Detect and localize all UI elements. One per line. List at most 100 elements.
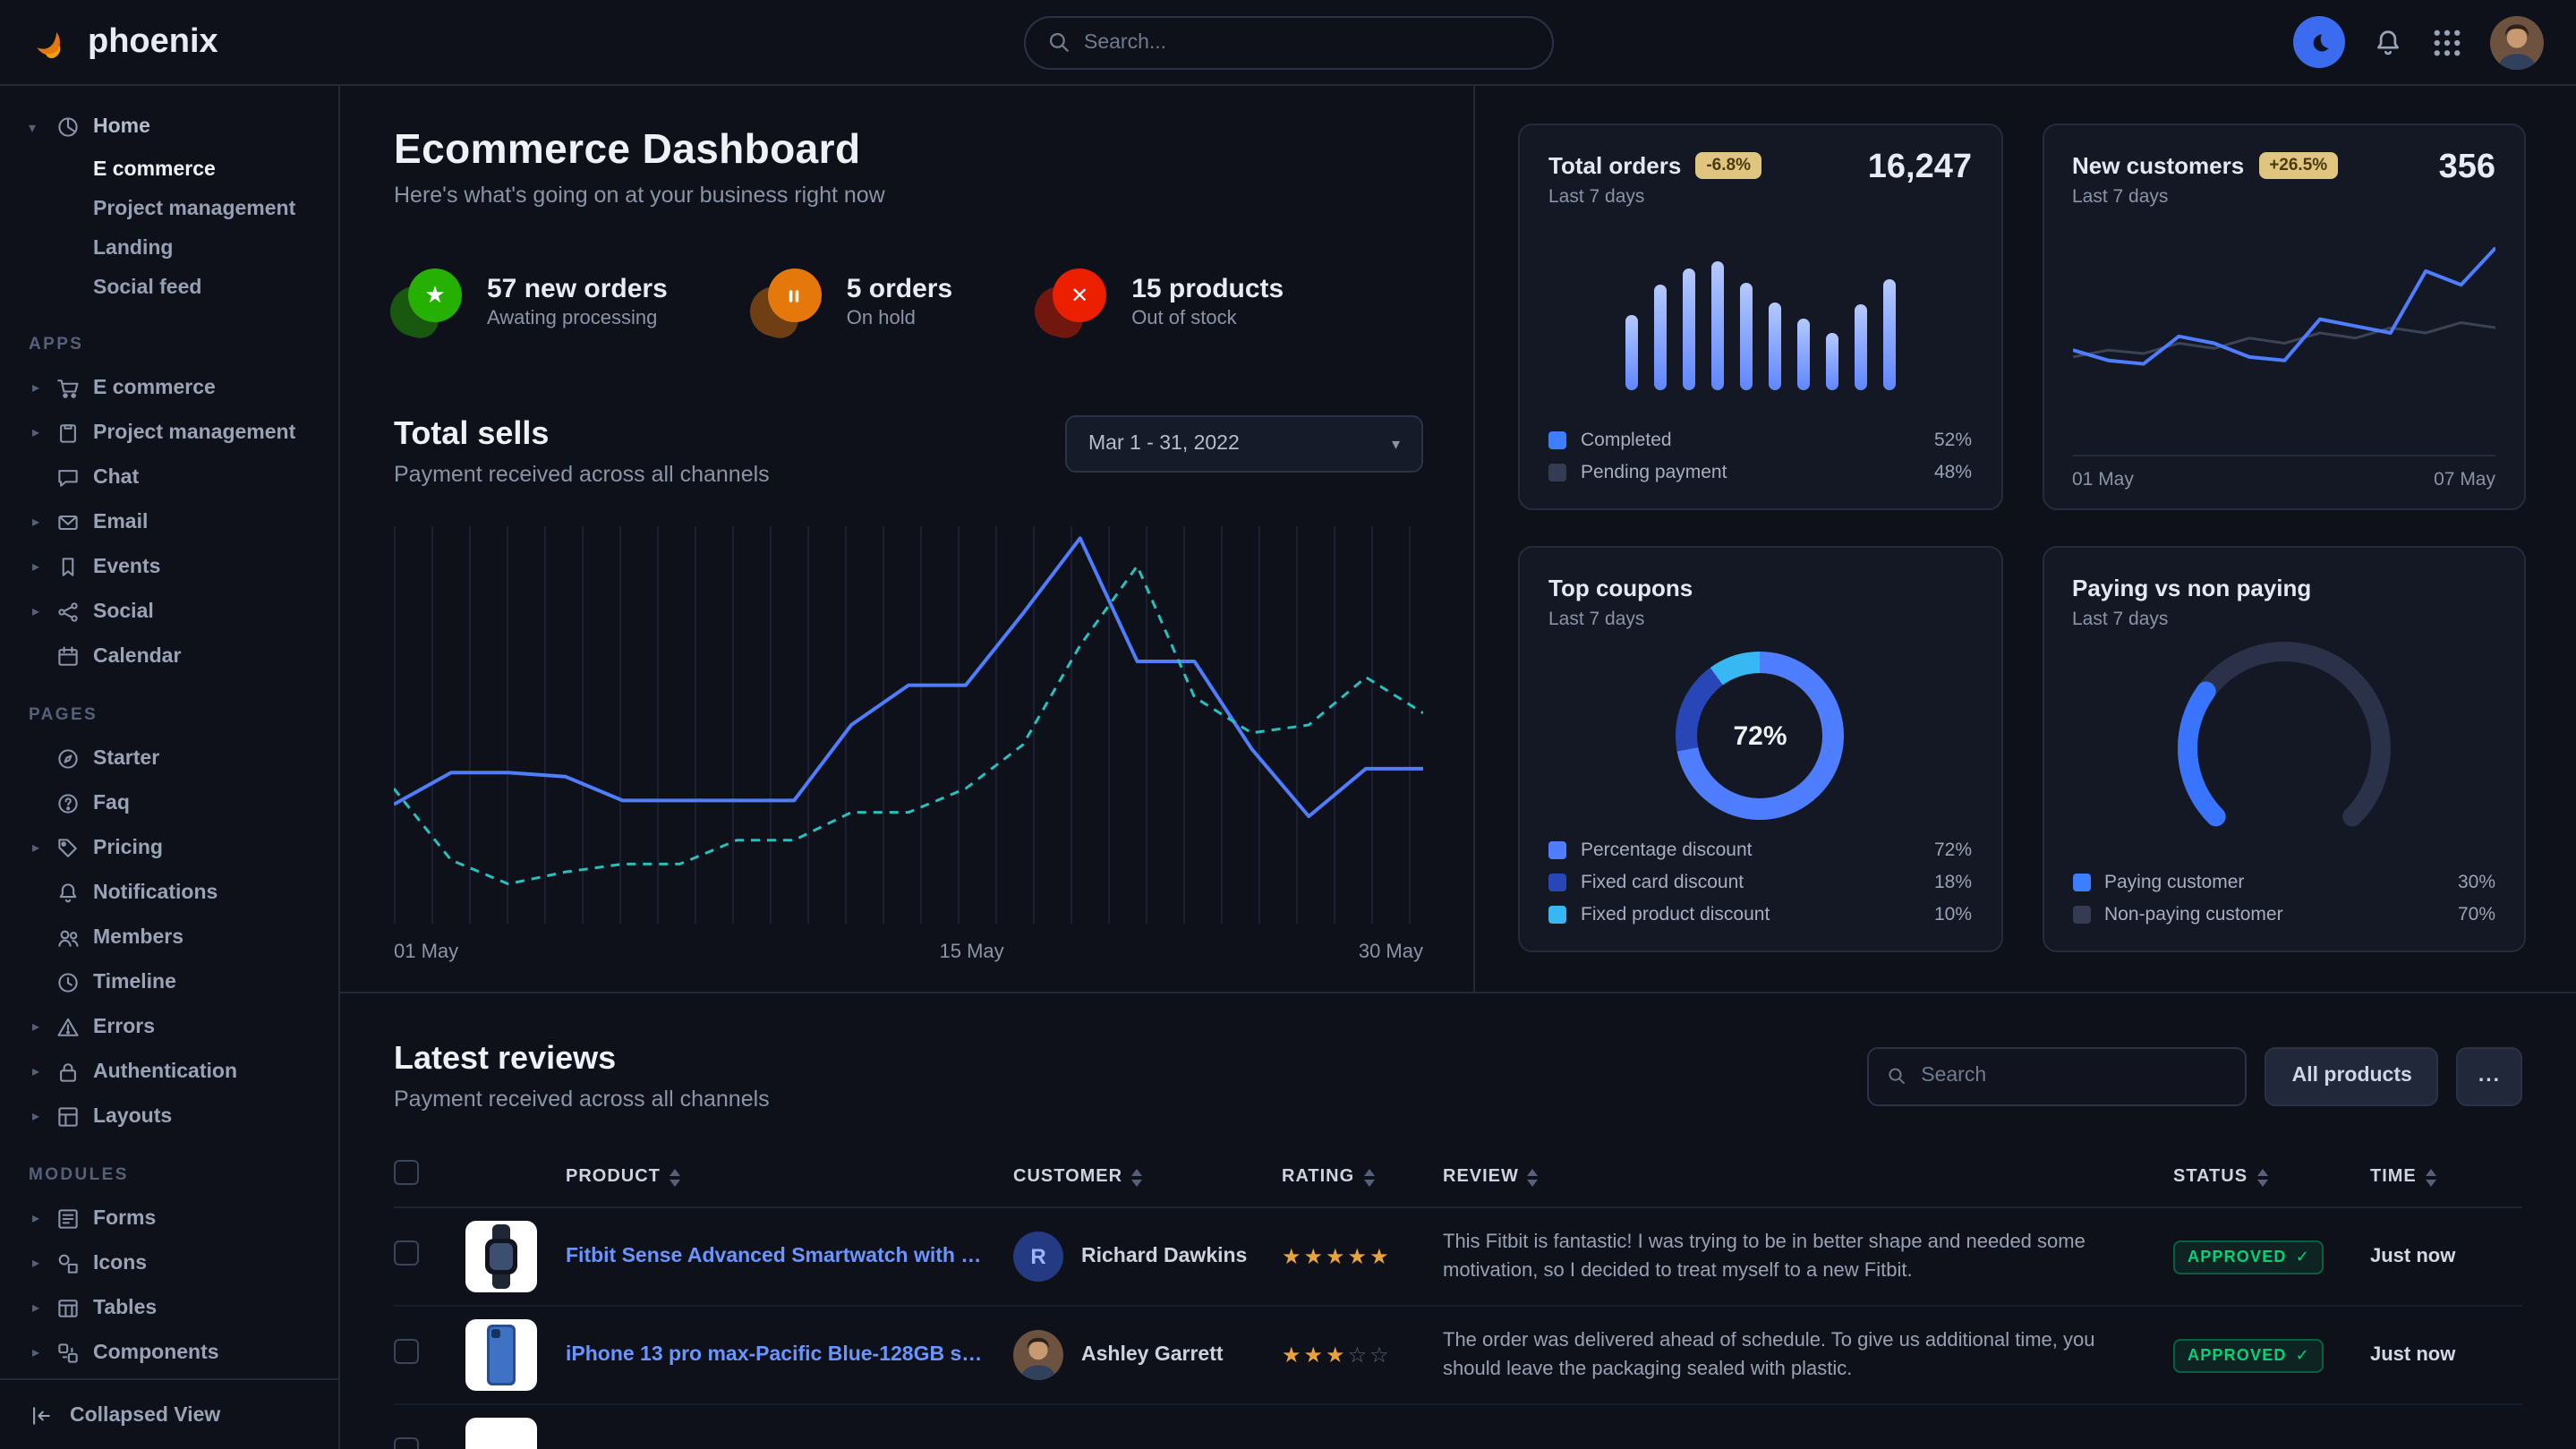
coupons-legend: Percentage discount72%Fixed card discoun… [1548,834,1972,931]
sidebar-item-project-management[interactable]: ▸Project management [21,410,317,455]
column-header-rating[interactable]: RATING [1282,1167,1443,1187]
row-checkbox[interactable] [394,1338,419,1363]
column-header-product[interactable]: PRODUCT [566,1167,1013,1187]
column-header-time[interactable]: TIME [2370,1167,2522,1187]
table-header: PRODUCT CUSTOMER RATING REVIEW STATUS TI… [394,1147,2522,1208]
table-row: iPhone 13 pro max-Pacific Blue-128GB sto… [394,1307,2522,1405]
sidebar-item-members[interactable]: ▸Members [21,915,317,959]
bell-icon [55,880,81,905]
stat-out-of-stock: ✕ 15 productsOut of stock [1038,268,1284,333]
brand[interactable]: phoenix [29,20,218,64]
bar [1797,318,1810,390]
sidebar-item-social-feed[interactable]: Social feed [21,268,317,308]
sidebar-item-project-management[interactable]: Project management [21,190,317,229]
pause-icon [768,268,822,322]
sidebar-item-pricing[interactable]: ▸Pricing [21,825,317,870]
reviews-title: Latest reviews [394,1040,770,1078]
caret-right-icon: ▸ [29,840,43,856]
user-avatar[interactable] [2490,15,2544,69]
column-header-status[interactable]: STATUS [2173,1167,2370,1187]
tag-icon [55,835,81,860]
legend-item: Percentage discount72% [1548,834,1972,866]
paying-gauge-chart [2072,634,2495,848]
bar [1711,261,1724,390]
sidebar-item-calendar[interactable]: ▸Calendar [21,634,317,678]
legend-swatch [1548,874,1566,891]
card-title: Total orders [1548,152,1681,179]
bar [1826,334,1838,390]
donut-center-label: 72% [1733,720,1787,751]
caret-right-icon: ▸ [29,1344,43,1360]
bar [1683,269,1695,390]
notifications-bell-icon[interactable] [2372,26,2404,58]
product-link[interactable]: Fitbit Sense Advanced Smartwatch with To… [566,1246,1013,1267]
caret-right-icon: ▸ [29,1210,43,1226]
sidebar-item-starter[interactable]: ▸Starter [21,736,317,780]
coupons-donut-chart: 72% [1676,652,1845,820]
sidebar-item-home[interactable]: ▾ Home [21,104,317,150]
sidebar-item-tables[interactable]: ▸Tables [21,1285,317,1330]
chat-icon [55,465,81,490]
table-row: Fitbit Sense Advanced Smartwatch with To… [394,1208,2522,1307]
sidebar-item-timeline[interactable]: ▸Timeline [21,959,317,1004]
caret-right-icon: ▸ [29,1019,43,1035]
card-period: Last 7 days [2072,609,2495,630]
collapsed-view-toggle[interactable]: Collapsed View [0,1378,338,1449]
latest-reviews-section: Latest reviews Payment received across a… [340,993,2576,1449]
caret-right-icon: ▸ [29,1300,43,1316]
global-search[interactable] [1023,15,1553,69]
pie-chart-icon [55,115,81,140]
column-header-customer[interactable]: CUSTOMER [1013,1167,1282,1187]
product-link[interactable]: iPhone 13 pro max-Pacific Blue-128GB sto… [566,1344,1013,1366]
sidebar-item-notifications[interactable]: ▸Notifications [21,870,317,915]
legend-swatch [1548,841,1566,859]
sidebar-item-e-commerce[interactable]: ▸E commerce [21,365,317,410]
apps-grid-icon[interactable] [2431,26,2463,58]
collapse-icon [29,1402,54,1428]
app-root: phoenix ▾ Home [0,0,2576,1449]
sidebar-item-layouts[interactable]: ▸Layouts [21,1094,317,1138]
layout-icon [55,1104,81,1129]
lock-icon [55,1059,81,1084]
main-content: Ecommerce Dashboard Here's what's going … [340,86,2576,1449]
sidebar-section-title: MODULES [21,1165,317,1185]
column-header-review[interactable]: REVIEW [1443,1167,2173,1187]
sidebar-item-errors[interactable]: ▸Errors [21,1004,317,1049]
star-icon: ★ [408,268,462,322]
review-text: The order was delivered ahead of schedul… [1443,1325,2173,1385]
compass-icon [55,746,81,771]
reviews-search[interactable] [1868,1046,2248,1105]
form-icon [55,1206,81,1231]
more-options-button[interactable]: ... [2457,1046,2522,1105]
sidebar-item-email[interactable]: ▸Email [21,499,317,544]
paying-card: Paying vs non paying Last 7 days Paying … [2042,546,2526,952]
reviews-search-input[interactable] [1921,1065,2227,1087]
stats-row: ★ 57 new ordersAwating processing 5 orde… [394,268,1423,333]
sidebar-item-authentication[interactable]: ▸Authentication [21,1049,317,1094]
rating-stars: ★★★☆☆ [1282,1339,1443,1371]
all-products-button[interactable]: All products [2265,1046,2439,1105]
select-all-checkbox[interactable] [394,1160,419,1185]
theme-toggle-button[interactable] [2293,16,2345,68]
date-range-select[interactable]: Mar 1 - 31, 2022 ▾ [1065,415,1423,473]
sort-icon [670,1168,680,1186]
total-sells-chart [394,526,1423,924]
bookmark-icon [55,554,81,579]
sidebar-item-e-commerce[interactable]: E commerce [21,150,317,190]
sidebar-item-landing[interactable]: Landing [21,229,317,268]
sidebar-section-title: APPS [21,335,317,354]
bar [1625,316,1638,391]
sidebar-item-icons[interactable]: ▸Icons [21,1240,317,1285]
sidebar-item-components[interactable]: ▸Components [21,1330,317,1375]
card-title: Paying vs non paying [2072,575,2311,601]
search-input[interactable] [1084,31,1530,53]
sidebar-item-social[interactable]: ▸Social [21,589,317,634]
sidebar-item-events[interactable]: ▸Events [21,544,317,589]
row-checkbox[interactable] [394,1436,419,1449]
components-icon [55,1340,81,1365]
sidebar-item-forms[interactable]: ▸Forms [21,1196,317,1240]
sidebar-item-faq[interactable]: ▸Faq [21,780,317,825]
sidebar-item-chat[interactable]: ▸Chat [21,455,317,499]
caret-right-icon: ▸ [29,514,43,530]
row-checkbox[interactable] [394,1240,419,1265]
